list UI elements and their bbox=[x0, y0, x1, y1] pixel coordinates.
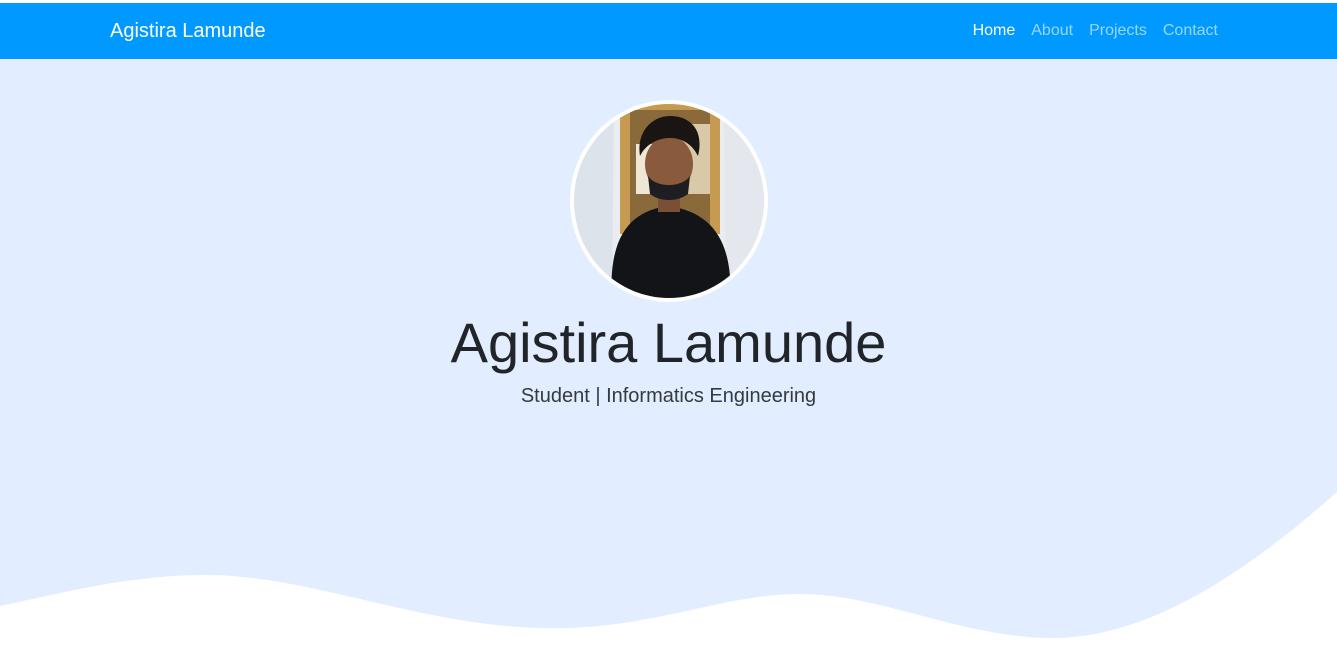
nav-link-about[interactable]: About bbox=[1031, 22, 1073, 40]
profile-photo-image bbox=[574, 104, 764, 298]
nav-links: Home About Projects Contact bbox=[973, 22, 1218, 40]
nav-link-contact[interactable]: Contact bbox=[1163, 22, 1218, 40]
navbar-brand[interactable]: Agistira Lamunde bbox=[110, 20, 266, 43]
nav-link-home[interactable]: Home bbox=[973, 22, 1016, 40]
profile-photo bbox=[570, 100, 768, 302]
hero-name: Agistira Lamunde bbox=[450, 311, 887, 374]
hero-subtitle: Student | Informatics Engineering bbox=[520, 385, 817, 407]
navbar: Agistira Lamunde Home About Projects Con… bbox=[0, 3, 1337, 59]
nav-link-projects[interactable]: Projects bbox=[1089, 22, 1147, 40]
hero-section: Agistira Lamunde Student | Informatics E… bbox=[0, 59, 1337, 667]
